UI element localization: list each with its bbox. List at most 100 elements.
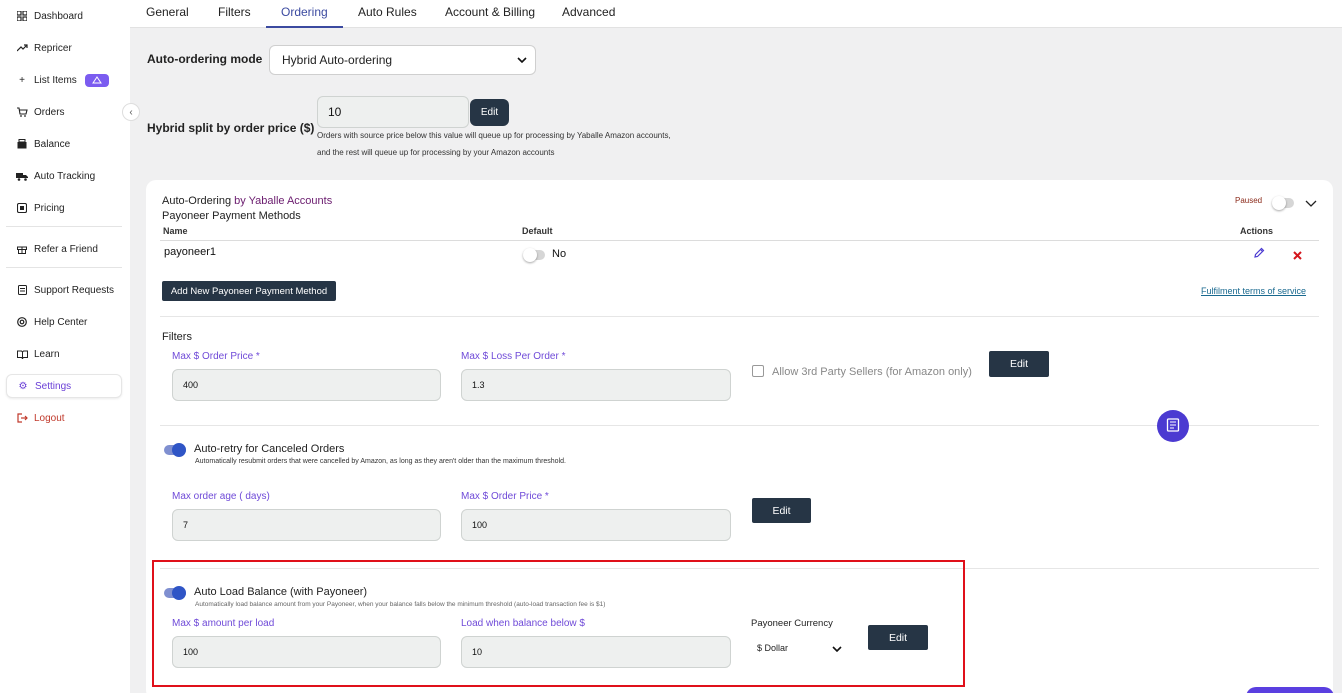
hybrid-hint-line-1: Orders with source price below this valu… [317,131,671,140]
chevron-left-icon: ‹ [129,106,133,118]
payoneer-currency-select[interactable]: $ Dollar [752,639,846,657]
sidebar-item-learn[interactable]: Learn [6,342,122,366]
delete-x-icon[interactable] [1293,247,1302,265]
section-divider [160,568,1319,569]
card-title: Auto-Ordering by Yaballe Accounts [162,195,332,207]
hybrid-split-edit-button[interactable]: Edit [470,99,509,126]
filters-edit-button[interactable]: Edit [989,351,1049,377]
edit-pencil-icon[interactable] [1253,246,1265,264]
tab-account-billing[interactable]: Account & Billing [445,0,535,28]
add-payoneer-method-button[interactable]: Add New Payoneer Payment Method [162,281,336,301]
max-order-age-label: Max order age ( days) [172,491,270,502]
table-header-default: Default [522,226,553,236]
default-toggle[interactable] [523,248,545,262]
sidebar-item-label: List Items [34,74,77,86]
auto-ordering-mode-select[interactable]: Hybrid Auto-ordering [269,45,536,75]
max-loss-label: Max $ Loss Per Order * [461,351,566,362]
third-party-checkbox[interactable] [752,365,764,377]
sidebar-item-refer-a-friend[interactable]: Refer a Friend [6,237,122,261]
retry-max-order-price-input[interactable]: 100 [461,509,731,541]
tab-filters[interactable]: Filters [218,0,251,28]
sidebar-item-repricer[interactable]: Repricer [6,36,122,60]
retry-max-order-price-label: Max $ Order Price * [461,491,549,502]
table-cell-name: payoneer1 [164,246,216,258]
truck-icon [16,170,28,182]
auto-load-edit-button[interactable]: Edit [868,625,928,650]
tab-ordering[interactable]: Ordering [266,0,343,28]
sidebar-item-help-center[interactable]: Help Center [6,310,122,334]
auto-retry-description: Automatically resubmit orders that were … [195,458,566,465]
sidebar-item-label: Balance [34,138,71,150]
sidebar-item-label: Auto Tracking [34,170,96,182]
new-badge-icon [84,73,109,87]
chevron-down-icon [832,644,842,654]
card-title-suffix: by Yaballe Accounts [234,195,333,207]
third-party-label: Allow 3rd Party Sellers (for Amazon only… [772,366,972,378]
auto-retry-edit-button[interactable]: Edit [752,498,811,523]
grid-icon [16,10,28,22]
payoneer-currency-label: Payoneer Currency [751,618,833,629]
logout-icon [16,412,28,424]
tab-advanced[interactable]: Advanced [562,0,615,28]
table-header-actions: Actions [1240,226,1274,236]
max-order-price-input[interactable]: 400 [172,369,441,401]
filters-title: Filters [162,331,192,343]
sidebar-item-balance[interactable]: Balance [6,132,122,156]
max-order-price-label: Max $ Order Price * [172,351,260,362]
auto-load-description: Automatically load balance amount from y… [195,601,606,608]
load-threshold-label: Load when balance below $ [461,618,585,629]
table-header-name: Name [163,226,188,236]
toggle-knob [172,586,186,600]
table-header-divider [160,240,1319,241]
max-loss-input[interactable]: 1.3 [461,369,731,401]
max-amount-per-load-input[interactable]: 100 [172,636,441,668]
floating-notes-button[interactable] [1157,410,1189,442]
ticket-icon [16,284,28,296]
auto-retry-toggle[interactable] [164,443,186,457]
sidebar-item-label: Learn [34,348,60,360]
select-value: $ Dollar [757,643,789,653]
tab-general[interactable]: General [146,0,189,28]
sidebar-item-label: Repricer [34,42,72,54]
sidebar-item-label: Dashboard [34,10,83,22]
settings-tabs: General Filters Ordering Auto Rules Acco… [130,0,1342,28]
sidebar-item-settings[interactable]: ⚙ Settings [6,374,122,398]
chat-launcher-button[interactable] [1246,687,1334,693]
lifebuoy-icon [16,316,28,328]
auto-ordering-toggle[interactable] [1272,196,1294,210]
auto-load-title: Auto Load Balance (with Payoneer) [194,586,368,598]
auto-load-toggle[interactable] [164,586,186,600]
hybrid-hint-line-2: and the rest will queue up for processin… [317,148,555,157]
sidebar-collapse-button[interactable]: ‹ [122,103,140,121]
sidebar-item-label: Help Center [34,316,88,328]
plus-icon: + [19,74,25,86]
toggle-knob [523,248,537,262]
sidebar-item-list-items[interactable]: + List Items [6,68,122,92]
gift-icon [16,243,28,255]
sidebar-item-pricing[interactable]: Pricing [6,196,122,220]
auto-ordering-mode-label: Auto-ordering mode [147,52,263,66]
chevron-down-icon[interactable] [1305,195,1317,213]
sidebar-item-label: Support Requests [34,284,115,296]
table-cell-default: No [552,248,567,260]
select-value: Hybrid Auto-ordering [282,53,393,67]
sidebar-item-auto-tracking[interactable]: Auto Tracking [6,164,122,188]
chevron-down-icon [517,54,527,66]
max-order-age-input[interactable]: 7 [172,509,441,541]
section-divider [160,425,1319,426]
sidebar-item-support-requests[interactable]: Support Requests [6,278,122,302]
gear-icon: ⚙ [18,380,28,392]
tab-auto-rules[interactable]: Auto Rules [358,0,417,28]
book-icon [16,348,28,360]
fulfilment-terms-link[interactable]: Fulfilment terms of service [1201,286,1306,296]
sidebar-item-orders[interactable]: Orders [6,100,122,124]
sidebar-item-logout[interactable]: Logout [6,406,122,430]
hybrid-split-label: Hybrid split by order price ($) [147,121,315,135]
card-title-prefix: Auto-Ordering [162,195,232,207]
toggle-knob [172,443,186,457]
status-badge: Paused [1235,196,1263,205]
sidebar-divider [6,226,122,227]
load-threshold-input[interactable]: 10 [461,636,731,668]
hybrid-split-input[interactable]: 10 [317,96,469,128]
sidebar-item-dashboard[interactable]: Dashboard [6,4,122,28]
